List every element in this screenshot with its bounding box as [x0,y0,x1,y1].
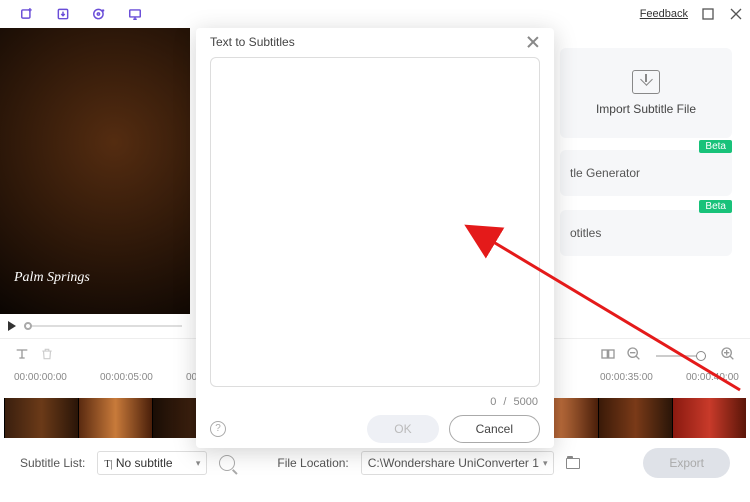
modal-body [196,57,554,390]
seek-thumb[interactable] [24,322,32,330]
zoom-out-icon[interactable] [626,346,642,365]
close-button[interactable] [728,6,744,22]
tick-label: 00:00:40:00 [686,372,739,383]
subtitle-list-label: Subtitle List: [20,456,85,470]
disc-add-icon[interactable] [88,3,110,25]
text-to-subtitles-modal: Text to Subtitles 0 / 5000 ? OK Cancel [196,28,554,448]
tick-label: 00:00:35:00 [600,372,653,383]
beta-badge: Beta [699,200,732,213]
beta-badge: Beta [699,140,732,153]
open-folder-icon[interactable] [566,458,580,469]
file-location-value: C:\Wondershare UniConverter 1 [368,456,539,470]
zoom-in-icon[interactable] [720,346,736,365]
file-location-label: File Location: [277,456,348,470]
file-location-select[interactable]: C:\Wondershare UniConverter 1 ▾ [361,451,555,475]
play-button[interactable] [8,321,16,331]
playback-bar [0,314,190,338]
screen-icon[interactable] [124,3,146,25]
import-file-icon[interactable] [52,3,74,25]
video-preview[interactable]: Palm Springs [0,28,190,314]
tick-label: 00:00:00:00 [14,372,67,383]
feedback-link[interactable]: Feedback [640,8,688,20]
video-watermark: Palm Springs [14,270,90,286]
text-tool-icon[interactable] [14,346,30,365]
snap-icon[interactable] [600,346,616,365]
subtitles-row[interactable]: Beta otitles [560,210,732,256]
chevron-down-icon: ▾ [543,458,548,469]
tick-label: 00:00:05:00 [100,372,153,383]
clip-thumb[interactable] [598,398,672,438]
seek-track[interactable] [24,325,182,327]
subtitle-generator-label: tle Generator [570,166,640,180]
titlebar: Feedback [0,0,750,28]
subtitles-row-label: otitles [570,226,601,240]
maximize-button[interactable] [700,6,716,22]
modal-footer: ? OK Cancel [196,410,554,448]
toolbar-left [6,3,146,25]
subtitle-text-input[interactable] [210,57,540,387]
add-media-icon[interactable] [16,3,38,25]
import-file-icon [632,70,660,94]
ok-button[interactable]: OK [367,415,438,443]
search-icon[interactable] [219,455,235,471]
close-icon[interactable] [526,35,540,49]
zoom-slider[interactable] [656,355,706,357]
modal-header: Text to Subtitles [196,28,554,57]
chevron-down-icon: ▾ [196,458,201,469]
clip-thumb[interactable] [78,398,152,438]
toolbar-right: Feedback [640,6,744,22]
help-icon[interactable]: ? [210,421,226,437]
cancel-button[interactable]: Cancel [449,415,540,443]
import-subtitle-label: Import Subtitle File [596,102,696,116]
subtitle-list-select[interactable]: T| No subtitle ▾ [97,451,207,475]
clip-thumb[interactable] [4,398,78,438]
clip-thumb[interactable] [672,398,746,438]
subtitle-select-value: No subtitle [116,456,173,470]
char-count-current: 0 [490,396,496,408]
char-count: 0 / 5000 [196,390,554,410]
modal-title: Text to Subtitles [210,35,295,49]
char-count-max: 5000 [514,396,538,408]
char-count-sep: / [503,396,506,408]
delete-icon[interactable] [40,347,54,364]
preview-panel: Palm Springs [0,28,190,338]
zoom-thumb[interactable] [696,351,706,361]
export-button[interactable]: Export [643,448,730,478]
import-subtitle-card[interactable]: Import Subtitle File [560,48,732,138]
subtitle-generator-row[interactable]: Beta tle Generator [560,150,732,196]
subtitle-type-icon: T| [104,459,112,470]
